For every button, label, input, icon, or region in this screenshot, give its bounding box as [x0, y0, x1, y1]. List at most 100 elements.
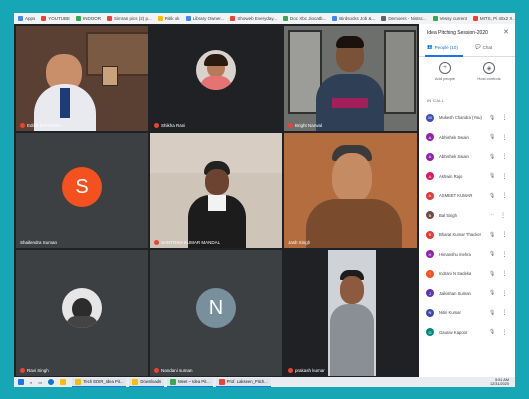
close-icon[interactable]: ✕	[503, 28, 509, 36]
taskbar-app[interactable]: Meet – Idea Pit...	[167, 377, 213, 387]
add-people-button[interactable]: + Add people	[425, 60, 465, 81]
tile-prakash[interactable]: prakash kumar	[284, 250, 417, 376]
avatar: J	[426, 289, 434, 298]
avatar: H	[426, 250, 434, 259]
more-options-icon[interactable]: ⋮	[501, 192, 507, 199]
bookmark-item[interactable]: Doc Xbc Jiocatb...	[283, 16, 326, 21]
bookmark-item[interactable]: Apps	[18, 16, 35, 21]
participant-row[interactable]: A Abhishek Swain 🎙 ⋮	[419, 147, 515, 167]
tile-nandani[interactable]: N Nandani suman	[150, 250, 282, 376]
microphone-icon[interactable]: 🎙	[489, 173, 495, 179]
meeting-title: Idea Pitching Session-2020	[427, 30, 488, 36]
participant-row[interactable]: G Gaurav Kapoor 🎙 ⋮	[419, 323, 515, 343]
system-clock[interactable]: 5:51 AM 12/31/2020	[490, 378, 509, 386]
tile-jash[interactable]: Jash Singh	[284, 133, 417, 248]
folder-icon[interactable]	[60, 379, 67, 385]
participant-row[interactable]: A Abhishek Swain 🎙 ⋮	[419, 128, 515, 148]
bookmark-item[interactable]: Ritik ok	[157, 16, 180, 21]
bookmark-item[interactable]: Vessy current	[432, 16, 467, 21]
bookmark-item[interactable]: INDOOR	[76, 16, 101, 21]
participant-name: Bharat Kumar Thacker	[439, 232, 482, 238]
tile-name: Editor ETHAINIA	[20, 123, 61, 128]
host-controls-button[interactable]: ◈ Host controls	[469, 60, 509, 81]
microphone-icon[interactable]: 🎙	[489, 134, 495, 140]
people-panel: Idea Pitching Session-2020 ✕ 👥 People (10…	[419, 24, 515, 377]
edge-icon[interactable]	[48, 379, 55, 385]
avatar: M	[426, 113, 434, 122]
people-icon: 👥	[427, 44, 433, 49]
participant-clothes	[200, 76, 232, 90]
bookmark-item[interactable]: Demoers - Nistsc...	[381, 16, 427, 21]
search-icon[interactable]: ⌕	[30, 380, 32, 385]
bookmark-item[interactable]: Simran pics (2) p...	[107, 16, 152, 21]
participant-row[interactable]: B Bal Singh ⋯ ⋮	[419, 206, 515, 226]
taskbar-app-label: Tech EDIR_Idea Pit...	[83, 379, 124, 384]
tab-people[interactable]: 👥 People (10)	[427, 44, 458, 50]
in-call-label: IN CALL	[427, 98, 445, 103]
taskbar-app-label: Downloads	[140, 379, 162, 384]
microphone-icon[interactable]: 🎙	[489, 329, 495, 335]
bookmark-item[interactable]: MITS, Pi 40x2 X...	[472, 16, 515, 21]
tile-editor[interactable]: Editor ETHAINIA	[16, 26, 148, 131]
tile-bright[interactable]: Bright Narwal	[284, 26, 417, 131]
avatar: A	[426, 191, 434, 200]
more-options-icon[interactable]: ⋮	[501, 270, 507, 277]
participant-row[interactable]: M Mukesh Chandra (You) 🎙 ⋮	[419, 108, 515, 128]
bookmark-favicon-icon	[41, 16, 47, 21]
microphone-icon[interactable]: 🎙	[489, 310, 495, 316]
microphone-icon[interactable]: ⋯	[489, 212, 494, 218]
microphone-icon[interactable]: 🎙	[489, 115, 495, 121]
more-options-icon[interactable]: ⋮	[501, 134, 507, 141]
tile-ravi[interactable]: Ravi Singh	[16, 250, 148, 376]
participant-name: Gaurav Kapoor	[439, 329, 468, 335]
tab-chat[interactable]: 💬 Chat	[475, 44, 492, 50]
more-options-icon[interactable]: ⋮	[501, 173, 507, 180]
avatar: B	[426, 211, 434, 220]
app-icon	[132, 378, 139, 385]
participant-name: Bal Singh	[439, 212, 457, 218]
more-options-icon[interactable]: ⋮	[501, 290, 507, 297]
participant-row[interactable]: J Jaikishan Suman 🎙 ⋮	[419, 284, 515, 304]
taskbar-app[interactable]: Downloads	[129, 377, 165, 387]
participant-row[interactable]: A ASMEET KUMAR 🎙 ⋮	[419, 186, 515, 206]
microphone-icon[interactable]: 🎙	[489, 271, 495, 277]
microphone-icon[interactable]: 🎙	[489, 193, 495, 199]
more-options-icon[interactable]: ⋮	[501, 329, 507, 336]
more-options-icon[interactable]: ⋮	[501, 231, 507, 238]
avatar: G	[426, 328, 434, 337]
participant-row[interactable]: H Himanshu mehra 🎙 ⋮	[419, 245, 515, 265]
microphone-icon[interactable]: 🎙	[489, 232, 495, 238]
participant-row[interactable]: N Nitin Kumar 🎙 ⋮	[419, 303, 515, 323]
bookmark-item[interactable]: Library Owner...	[185, 16, 224, 21]
shirt-print	[332, 98, 368, 108]
more-options-icon[interactable]: ⋮	[501, 251, 507, 258]
participant-row[interactable]: A Ashwin Rajo 🎙 ⋮	[419, 167, 515, 187]
tile-shikha[interactable]: Shikha Rani	[150, 26, 282, 131]
tile-name: Bright Narwal	[288, 123, 322, 128]
participant-row[interactable]: B Bharat Kumar Thacker 🎙 ⋮	[419, 225, 515, 245]
microphone-icon[interactable]: 🎙	[489, 251, 495, 257]
microphone-icon[interactable]: 🎙	[489, 290, 495, 296]
microphone-icon[interactable]: 🎙	[489, 154, 495, 160]
more-options-icon[interactable]: ⋮	[501, 309, 507, 316]
participant-row[interactable]: I Indrani N Sadeka 🎙 ⋮	[419, 264, 515, 284]
bookmark-favicon-icon	[230, 16, 236, 21]
more-options-icon[interactable]: ⋮	[501, 114, 507, 121]
tile-santosh[interactable]: SANTOSH KUMAR MANDAL	[150, 133, 282, 248]
task-view-icon[interactable]: ▭	[38, 380, 42, 385]
taskbar-app[interactable]: Prof. Lakseen_Pitch...	[215, 377, 271, 387]
participant-collar	[208, 195, 226, 211]
tile-shailendra[interactable]: S Shailendra Suman	[16, 133, 148, 248]
bookmark-item[interactable]: Birdsocks Job &...	[332, 16, 375, 21]
more-options-icon[interactable]: ⋮	[501, 153, 507, 160]
start-button[interactable]	[18, 379, 24, 385]
bookmark-item[interactable]: Showeb Everyday...	[230, 16, 277, 21]
shield-icon: ◈	[483, 62, 495, 74]
tile-name: Jash Singh	[288, 240, 311, 245]
tile-name: Ravi Singh	[20, 368, 49, 373]
taskbar-app[interactable]: Tech EDIR_Idea Pit...	[72, 377, 127, 387]
bookmark-item[interactable]: YOUTUBE	[41, 16, 70, 21]
tile-name: Shailendra Suman	[20, 240, 58, 245]
participant-name: Abhishek Swain	[439, 134, 469, 140]
more-options-icon[interactable]: ⋮	[500, 212, 506, 219]
